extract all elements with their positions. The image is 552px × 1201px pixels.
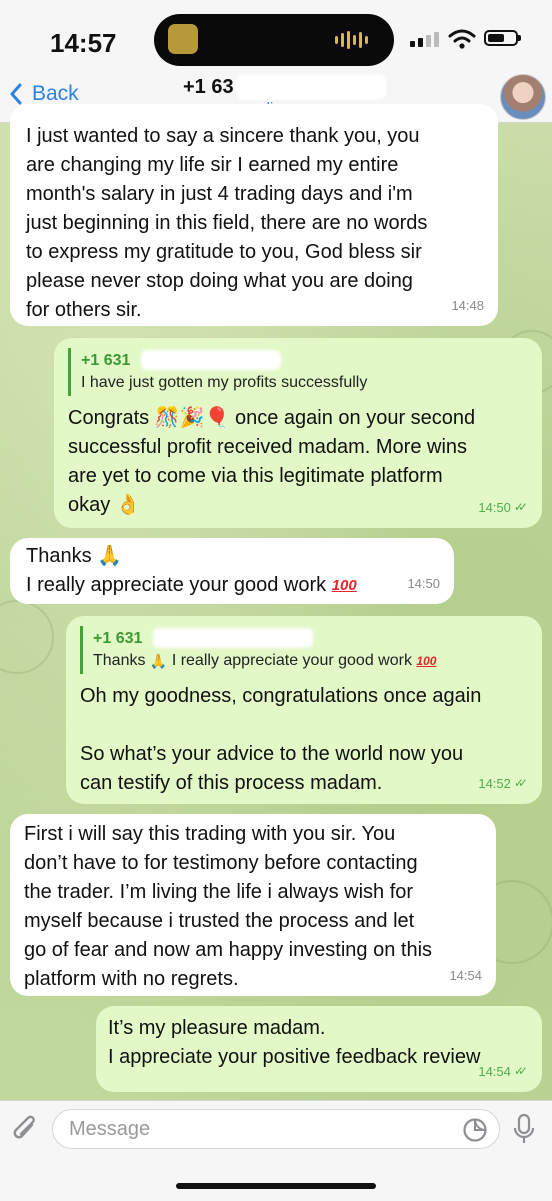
message-line: are changing my life sir I earned my ent… <box>26 154 399 176</box>
sticker-icon[interactable] <box>462 1117 488 1143</box>
message-line: the trader. I’m living the life i always… <box>24 881 414 903</box>
message-line: successful profit received madam. More w… <box>68 436 468 459</box>
audio-waveform-icon <box>335 31 368 49</box>
message-line: myself because i trusted the process and… <box>24 910 415 932</box>
hundred-points-emoji: 100 <box>416 654 437 668</box>
message-time: 14:48 <box>451 298 484 313</box>
message-line: I really appreciate your good work <box>26 574 327 597</box>
message-line: are yet to come via this legitimate plat… <box>68 465 443 488</box>
message-line: okay <box>68 494 111 517</box>
reply-preview[interactable]: +1 631 I have just gotten my profits suc… <box>68 348 542 396</box>
cellular-signal-icon <box>410 32 439 47</box>
message-time: 14:54 <box>449 968 482 983</box>
message-line: So what’s your advice to the world now y… <box>80 743 464 766</box>
redaction-mark <box>141 350 281 370</box>
incoming-message[interactable]: First i will say this trading with you s… <box>10 814 496 996</box>
message-line: I just wanted to say a sincere thank you… <box>26 125 420 147</box>
message-time: 14:54 ✓✓ <box>478 1057 528 1086</box>
redaction-mark <box>236 74 386 100</box>
message-line: don’t have to for testimony before conta… <box>24 852 418 874</box>
wifi-icon <box>448 29 476 49</box>
message-line: can testify of this process madam. <box>80 772 383 795</box>
message-line: platform with no regrets. <box>24 968 239 990</box>
home-indicator <box>176 1183 376 1189</box>
double-check-icon: ✓✓ <box>513 1064 528 1078</box>
status-time: 14:57 <box>50 28 117 58</box>
message-line: to express my gratitude to you, God bles… <box>26 241 422 263</box>
message-line: month's salary in just 4 trading days an… <box>26 183 413 205</box>
party-popper-emoji: 🎊🎉🎈 <box>154 407 230 430</box>
contact-avatar[interactable] <box>500 74 546 120</box>
message-line: just beginning in this field, there are … <box>26 212 428 234</box>
incoming-message[interactable]: I just wanted to say a sincere thank you… <box>10 104 498 326</box>
reply-text: I have just gotten my profits successful… <box>81 374 368 391</box>
microphone-icon[interactable] <box>512 1113 536 1147</box>
message-line: Congrats <box>68 407 150 429</box>
message-line: once again on your second <box>235 407 476 429</box>
now-playing-app-icon <box>168 24 198 54</box>
reply-text: I really appreciate your good work <box>171 652 412 670</box>
back-label: Back <box>32 82 79 105</box>
message-line: please never stop doing what you are doi… <box>26 270 413 292</box>
battery-icon <box>484 30 521 46</box>
reply-text: Thanks <box>93 652 146 670</box>
message-input[interactable] <box>52 1109 500 1149</box>
message-line: I appreciate your positive feedback revi… <box>108 1046 481 1068</box>
folded-hands-emoji: 🙏 <box>149 653 168 669</box>
outgoing-message[interactable]: +1 631 Thanks 🙏 I really appreciate your… <box>66 616 542 804</box>
status-bar: 14:57 <box>0 0 552 70</box>
message-line: for others sir. <box>26 299 142 321</box>
composer-bar <box>0 1100 552 1201</box>
message-time: 14:50 <box>407 576 440 591</box>
back-button[interactable]: Back <box>8 82 79 106</box>
hundred-points-emoji: 100 <box>331 577 357 595</box>
message-line: It’s my pleasure madam. <box>108 1017 326 1039</box>
ok-hand-emoji: 👌 <box>115 494 141 517</box>
double-check-icon: ✓✓ <box>513 776 528 790</box>
message-line: Thanks <box>26 545 92 567</box>
paperclip-icon[interactable] <box>12 1115 40 1145</box>
outgoing-message[interactable]: It’s my pleasure madam. I appreciate you… <box>96 1006 542 1092</box>
outgoing-message[interactable]: +1 631 I have just gotten my profits suc… <box>54 338 542 528</box>
folded-hands-emoji: 🙏 <box>97 545 123 568</box>
message-line: go of fear and now am happy investing on… <box>24 939 433 961</box>
double-check-icon: ✓✓ <box>513 500 528 514</box>
message-line: First i will say this trading with you s… <box>24 823 396 845</box>
message-time: 14:52 ✓✓ <box>478 769 528 798</box>
message-line: Oh my goodness, congratulations once aga… <box>80 685 482 708</box>
message-time: 14:50 ✓✓ <box>478 493 528 522</box>
back-chevron-icon <box>10 83 22 105</box>
incoming-message[interactable]: Thanks 🙏 I really appreciate your good w… <box>10 538 454 604</box>
dynamic-island <box>154 14 394 66</box>
contact-name[interactable]: +1 63 <box>183 76 234 99</box>
reply-preview[interactable]: +1 631 Thanks 🙏 I really appreciate your… <box>80 626 542 675</box>
redaction-mark <box>153 628 313 648</box>
